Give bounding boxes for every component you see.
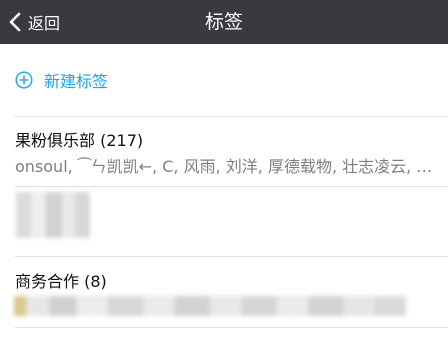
tag-list: 新建标签 果粉俱乐部 (217) onsoul, ⁀ㄣ凯凯←, C, 风雨, 刘… [0, 44, 448, 348]
blurred-members [14, 296, 406, 316]
tag-group-item[interactable]: 商务合作 (8) [0, 257, 448, 327]
tag-group-title: 商务合作 (8) [15, 272, 107, 291]
new-tag-button[interactable]: 新建标签 [0, 44, 448, 116]
tag-group-item[interactable]: 果粉俱乐部 (217) onsoul, ⁀ㄣ凯凯←, C, 风雨, 刘洋, 厚德… [0, 117, 448, 186]
tag-group-members: onsoul, ⁀ㄣ凯凯←, C, 风雨, 刘洋, 厚德载物, 壮志凌云, 小明 [15, 157, 435, 176]
page-title: 标签 [204, 11, 243, 33]
plus-circle-icon [15, 71, 33, 89]
divider [15, 327, 448, 328]
blurred-avatar [16, 192, 90, 238]
new-tag-label: 新建标签 [44, 72, 109, 91]
navigation-bar: 返回 标签 [0, 0, 448, 44]
divider [15, 186, 448, 187]
tag-group-title: 果粉俱乐部 (217) [15, 131, 144, 150]
